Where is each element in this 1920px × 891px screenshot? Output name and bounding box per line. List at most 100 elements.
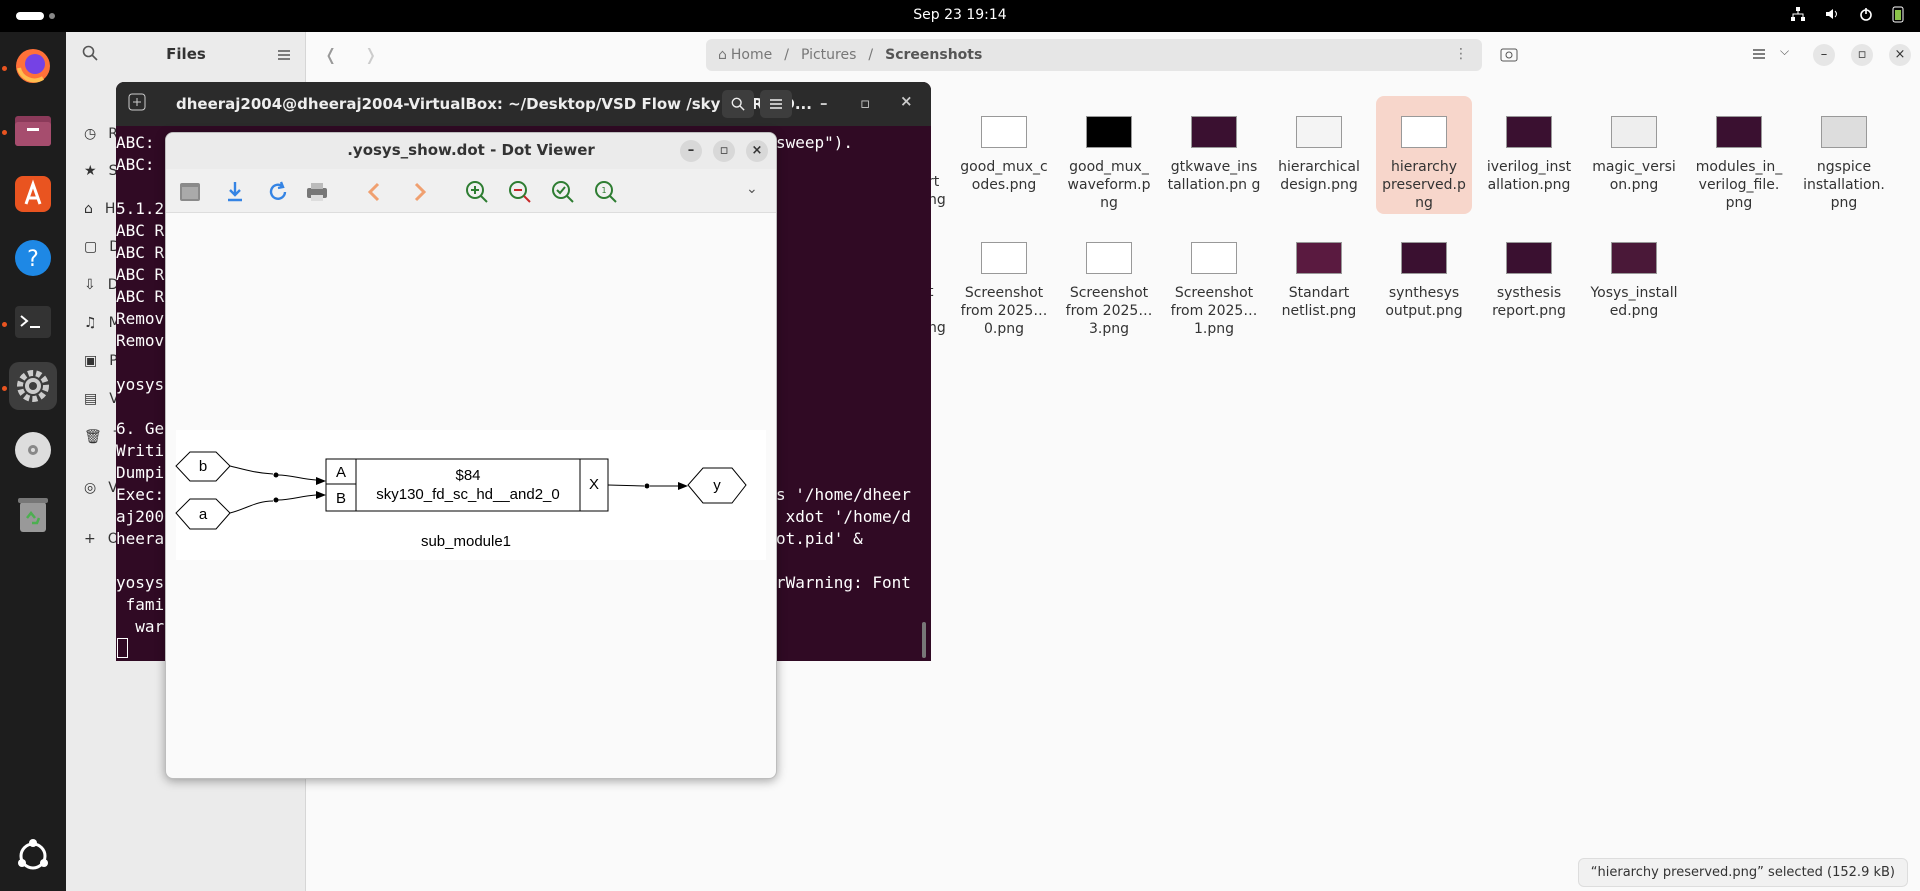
file-item[interactable]: magic_versi on.png [1586,102,1682,194]
port-a-label: A [336,464,346,481]
terminal-line: Writi [116,441,165,460]
power-icon[interactable] [1858,6,1874,26]
terminal-line: Dumpi [116,463,165,482]
file-thumbnail [1611,116,1657,148]
sidebar-item-videos[interactable]: ▤ V [84,384,119,414]
files-app-icon[interactable] [9,106,57,154]
help-icon[interactable]: ? [9,234,57,282]
trash-icon[interactable] [9,490,57,538]
file-item[interactable]: iverilog_inst allation.png [1481,102,1577,194]
print-icon[interactable] [304,179,330,205]
input-label-a: a [199,506,208,523]
sidebar-item-pictures[interactable]: ▣ P [84,346,118,376]
terminal-icon[interactable] [9,298,57,346]
home-icon[interactable]: ⌂ [718,47,727,63]
chevron-down-icon[interactable]: ⌵ [1780,44,1789,59]
sidebar-item-documents[interactable]: ▢ D [84,232,120,262]
file-item[interactable]: Yosys_install ed.png [1586,228,1682,320]
more-options-icon[interactable]: ⋮ [1454,46,1468,62]
minimize-button[interactable]: – [680,140,702,162]
search-icon[interactable] [722,90,754,118]
file-item[interactable]: Standart netlist.png [1271,228,1367,320]
file-item[interactable]: ngspice installation. png [1796,102,1892,212]
file-item[interactable]: synthesys output.png [1376,228,1472,320]
search-folder-icon[interactable] [1500,46,1518,66]
file-item-selected[interactable]: hierarchy preserved.p ng [1376,96,1472,214]
open-icon[interactable] [178,179,204,205]
minimize-button[interactable]: – [820,94,828,112]
scrollbar[interactable] [922,622,926,658]
file-name: good_mux_c odes.png [960,159,1048,193]
chevron-down-icon[interactable]: ⌄ [746,181,758,197]
new-tab-icon[interactable] [128,93,146,115]
firefox-icon[interactable] [9,42,57,90]
file-item[interactable]: Screenshot from 2025…1.png [1166,228,1262,338]
forward-icon[interactable] [406,179,432,205]
battery-icon[interactable] [1892,5,1904,27]
maximize-button[interactable]: ▫ [860,94,870,112]
volume-icon[interactable] [1824,6,1840,26]
show-apps-icon[interactable] [9,832,57,880]
file-name: hierarchical design.png [1278,159,1360,193]
file-item[interactable]: Screenshot from 2025…0.png [956,228,1052,338]
plus-icon: + [84,531,96,547]
file-item[interactable]: good_mux_c odes.png [956,102,1052,194]
sidebar-item-disc[interactable]: ◎ V [84,473,118,503]
maximize-button[interactable]: ▫ [713,140,735,162]
zoom-fit-icon[interactable] [550,179,576,205]
back-icon[interactable] [362,179,388,205]
system-tray[interactable] [1790,6,1904,26]
zoom-in-icon[interactable] [464,179,490,205]
file-item[interactable]: systhesis report.png [1481,228,1577,320]
disc-drive-icon[interactable] [9,426,57,474]
file-item[interactable]: good_mux_ waveform.p ng [1061,102,1157,212]
file-item[interactable]: gtkwave_ins tallation.pn g [1166,102,1262,194]
file-item[interactable]: hierarchical design.png [1271,102,1367,194]
settings-icon[interactable] [9,362,57,410]
file-name: synthesys output.png [1385,285,1463,319]
clock[interactable]: Sep 23 19:14 [0,7,1920,23]
maximize-button[interactable]: ▫ [1851,44,1873,66]
terminal-line: ABC R [116,243,165,262]
sidebar-item-downloads[interactable]: ⇩ D [84,270,119,300]
sidebar-item-home[interactable]: ⌂ H [84,194,115,224]
list-view-icon[interactable] [1752,45,1766,64]
download-icon[interactable] [222,179,248,205]
sidebar-item-starred[interactable]: ★ S [84,156,117,186]
sidebar-item-recent[interactable]: ◷ R [84,119,118,149]
terminal-line: sweep"). [776,133,854,152]
menu-icon[interactable] [760,90,792,118]
file-name: modules_in_ verilog_file. png [1695,159,1783,211]
close-button[interactable]: × [1889,44,1911,66]
terminal-line: yosys [116,573,165,592]
app-center-icon[interactable] [9,170,57,218]
svg-text:1: 1 [601,186,606,195]
file-thumbnail [1296,242,1342,274]
menu-icon[interactable] [277,46,291,65]
close-button[interactable]: × [900,92,913,110]
running-indicator [2,386,7,391]
breadcrumb: ⌂ Home / Pictures / Screenshots ⋮ [706,39,1482,71]
terminal-cursor [117,638,128,658]
breadcrumb-current[interactable]: Screenshots [885,47,982,63]
file-item[interactable]: Screenshot from 2025…3.png [1061,228,1157,338]
zoom-out-icon[interactable] [507,179,533,205]
clock-icon: ◷ [84,126,97,142]
zoom-100-icon[interactable]: 1 [593,179,619,205]
breadcrumb-home[interactable]: Home [731,47,772,63]
dot-viewer-window[interactable]: .yosys_show.dot - Dot Viewer – ▫ × 1 ⌄ b… [165,132,777,779]
breadcrumb-separator: / [868,47,874,63]
dot-viewer-titlebar[interactable]: .yosys_show.dot - Dot Viewer – ▫ × [166,133,776,169]
forward-icon[interactable]: ❭ [364,45,377,64]
breadcrumb-pictures[interactable]: Pictures [801,47,856,63]
terminal-titlebar[interactable]: dheeraj2004@dheeraj2004-VirtualBox: ~/De… [116,82,931,126]
network-icon[interactable] [1790,6,1806,26]
back-icon[interactable]: ❬ [324,45,337,64]
reload-icon[interactable] [265,179,291,205]
graph-canvas[interactable]: b a A B $84 sky130_fd_sc_hd__and2_0 X y … [166,213,776,778]
minimize-button[interactable]: – [1813,44,1835,66]
sidebar-item-other-locations[interactable]: + O [84,524,119,554]
svg-text:?: ? [27,247,39,272]
file-item[interactable]: modules_in_ verilog_file. png [1691,102,1787,212]
close-button[interactable]: × [746,140,768,162]
